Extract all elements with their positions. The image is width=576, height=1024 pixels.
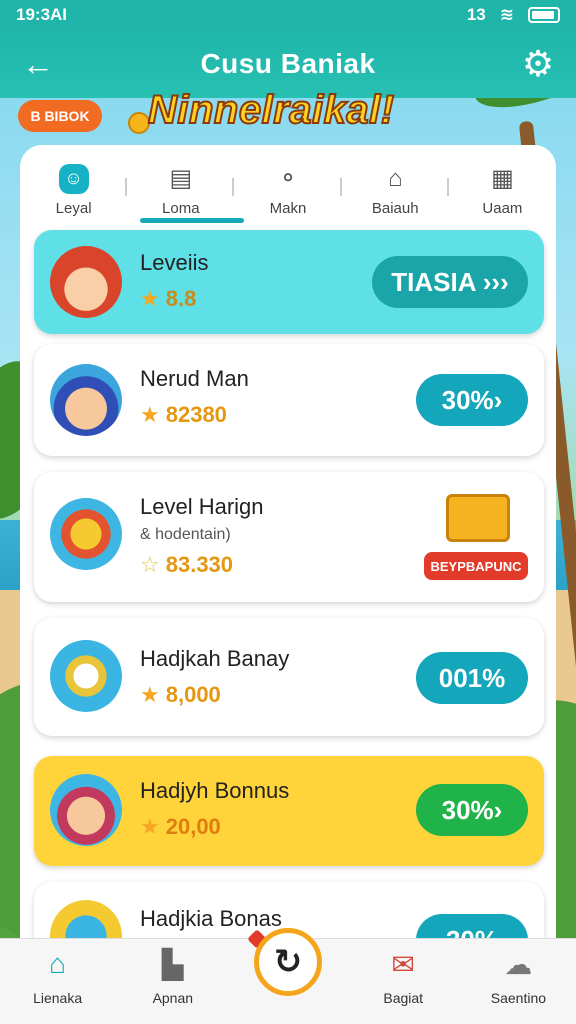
star-icon: ★: [140, 814, 160, 839]
score-value: 83.330: [165, 552, 234, 577]
score-value: 8.8: [165, 286, 197, 311]
nav-label: Lienaka: [33, 990, 83, 1006]
star-icon: ★: [140, 286, 160, 311]
center-action-icon: ↻: [273, 943, 303, 981]
item-score: ☆ 83.330: [140, 552, 233, 578]
list-item[interactable]: Level Harign & hodentain) ☆ 83.330 BEYPB…: [34, 472, 544, 602]
building-icon: ▙: [162, 948, 184, 980]
nav-apnan[interactable]: ▙ Apnan: [115, 939, 230, 1024]
promo-pill[interactable]: B BIBOK: [18, 100, 102, 132]
tray-icon: ⌂: [387, 164, 403, 192]
girl-bow-avatar: [50, 774, 122, 846]
status-bar: 19:3AI 13 ≋: [0, 0, 576, 30]
nav-saentino[interactable]: ☁ Saentino: [461, 939, 576, 1024]
status-icons: 13 ≋: [467, 5, 560, 25]
wallet-icon: ▤: [169, 165, 193, 192]
nav-home[interactable]: ⌂ Lienaka: [0, 939, 115, 1024]
boy-cap-avatar: [50, 364, 122, 436]
list-item[interactable]: Hadjyh Bonnus ★ 20,00 30%›: [34, 756, 544, 866]
item-name: Leveiis: [140, 250, 209, 275]
item-name: Hadjkia Bonas: [140, 906, 282, 931]
tab-label: Loma: [162, 199, 200, 217]
nav-bagiat[interactable]: ✉ Bagiat: [346, 939, 461, 1024]
smiley-icon: ☺: [58, 163, 89, 194]
item-score: ★ 8,000: [140, 682, 221, 708]
item-name: Level Harign: [140, 494, 264, 519]
tab-label: Leyal: [55, 199, 92, 217]
item-score: ★ 82380: [140, 402, 227, 428]
gift-card-avatar: [50, 498, 122, 570]
document-icon: ▦: [491, 165, 514, 192]
list-item[interactable]: Leveiis ★ 8.8 TIASIA ›››: [34, 230, 544, 334]
nav-label: Bagiat: [383, 990, 424, 1006]
gift-box-icon: [446, 494, 510, 542]
battery-icon: [528, 7, 560, 23]
item-action-button[interactable]: 30%›: [416, 374, 528, 426]
item-action-button[interactable]: 001%: [416, 652, 528, 704]
coin-icon: [128, 112, 150, 134]
tab-bar: ☺ Leyal ▤ Loma ⚬ Makn ⌂ Baiauh ▦ Uaam: [20, 150, 556, 230]
list-item[interactable]: Hadjkah Banay ★ 8,000 001%: [34, 618, 544, 736]
nav-label: Saentino: [490, 990, 547, 1006]
item-name: Nerud Man: [140, 366, 249, 391]
star-icon: ★: [140, 682, 160, 707]
page-title: Cusu Baniak: [200, 48, 376, 79]
item-subtitle: & hodentain): [140, 526, 231, 543]
item-action-button[interactable]: TIASIA ›››: [372, 256, 528, 308]
item-score: ★ 20,00: [140, 814, 221, 840]
mailbox-icon: ✉: [391, 948, 415, 980]
item-action-button[interactable]: BEYPBAPUNC: [424, 552, 528, 580]
tab-makn[interactable]: ⚬ Makn: [234, 150, 342, 230]
item-score: ★ 8.8: [140, 286, 196, 312]
item-name: Hadjkah Banay: [140, 646, 290, 671]
nav-label: Apnan: [152, 990, 194, 1006]
home-icon: ⌂: [49, 948, 67, 979]
score-value: 8,000: [165, 682, 221, 707]
tab-baiauh[interactable]: ⌂ Baiauh: [342, 150, 449, 230]
chef-hat-icon: ☁: [504, 948, 533, 980]
banner-title: Ninnelraikal!: [147, 87, 395, 133]
star-icon: ★: [140, 402, 160, 427]
status-carrier: 13: [466, 5, 486, 24]
status-time: 19:3AI: [16, 5, 68, 24]
tab-label: Uaam: [482, 199, 523, 217]
route-icon: ⚬: [277, 165, 299, 192]
score-value: 82380: [165, 402, 227, 427]
wifi-icon: ≋: [499, 5, 514, 24]
list-item[interactable]: Nerud Man ★ 82380 30%›: [34, 344, 544, 456]
tab-label: Baiauh: [371, 199, 419, 217]
star-outline-icon: ☆: [140, 552, 160, 577]
tab-leyal[interactable]: ☺ Leyal: [20, 150, 128, 230]
tab-active-indicator: [140, 218, 244, 223]
center-action-button[interactable]: ↻: [254, 928, 322, 996]
back-arrow-icon[interactable]: ←: [20, 46, 56, 82]
gear-icon[interactable]: ⚙: [518, 44, 558, 84]
calendar-avatar: [50, 640, 122, 712]
girl-red-hair-avatar: [50, 246, 122, 318]
item-name: Hadjyh Bonnus: [140, 778, 290, 803]
score-value: 20,00: [165, 814, 221, 839]
tab-label: Makn: [269, 199, 307, 217]
item-action-button[interactable]: 30%›: [416, 784, 528, 836]
tab-uaam[interactable]: ▦ Uaam: [449, 150, 556, 230]
